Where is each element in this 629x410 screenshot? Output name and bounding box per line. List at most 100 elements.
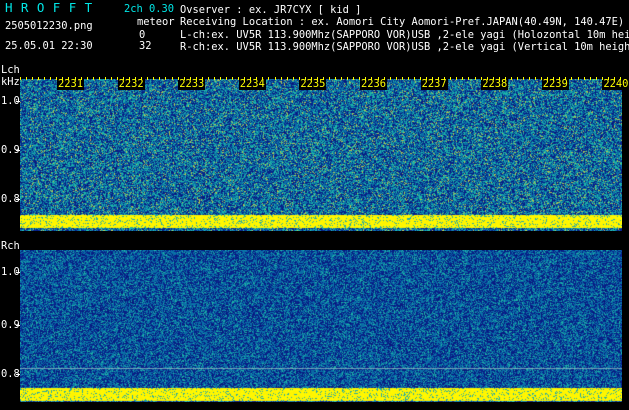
lch-x-minor-mark — [565, 77, 567, 80]
lch-x-tick: 2236 — [360, 78, 388, 90]
lch-x-minor-mark — [201, 77, 203, 80]
lch-x-minor-mark — [516, 77, 518, 80]
lch-x-tick: 2240 — [602, 78, 629, 90]
lch-x-tick: 2232 — [117, 78, 145, 90]
lch-x-minor-mark — [129, 77, 131, 80]
filename-label: 2505012230.png — [5, 20, 93, 32]
meteor-label: meteor — [137, 16, 175, 28]
lch-x-minor-mark — [353, 77, 355, 80]
lch-x-minor-mark — [123, 77, 125, 80]
lch-x-minor-mark — [177, 77, 179, 80]
lch-spectrogram-canvas — [20, 79, 622, 231]
rch-spectrogram — [20, 250, 622, 402]
lch-x-minor-mark — [438, 77, 440, 80]
lch-x-minor-mark — [286, 77, 288, 80]
lch-x-minor-mark — [444, 77, 446, 80]
lch-x-minor-mark — [262, 77, 264, 80]
rch-spectrogram-canvas — [20, 250, 622, 402]
lch-x-minor-mark — [450, 77, 452, 80]
lch-x-tick: 2233 — [178, 78, 206, 90]
hrofft-window: HROFFT 2ch 0.30 2505012230.png meteor 0 … — [0, 0, 629, 410]
lch-x-minor-mark — [401, 77, 403, 80]
lch-x-tick: 2231 — [57, 78, 85, 90]
lch-x-tick: 2235 — [299, 78, 327, 90]
lch-y-mark — [16, 150, 20, 151]
lch-x-minor-mark — [232, 77, 234, 80]
lch-x-minor-mark — [347, 77, 349, 80]
lch-x-minor-mark — [256, 77, 258, 80]
lch-x-minor-mark — [304, 77, 306, 80]
lch-x-minor-mark — [377, 77, 379, 80]
lch-x-minor-mark — [32, 77, 34, 80]
lch-x-minor-mark — [510, 77, 512, 80]
lch-x-minor-mark — [50, 77, 52, 80]
lch-spectrogram — [20, 79, 622, 231]
lch-y-mark — [16, 199, 20, 200]
location-info: Receiving Location : ex. Aomori City Aom… — [180, 16, 625, 28]
lch-channel-label: Lch — [1, 64, 20, 76]
lch-x-tick: 2239 — [541, 78, 569, 90]
lch-x-minor-mark — [20, 77, 21, 80]
lch-x-minor-mark — [268, 77, 270, 80]
lch-x-minor-mark — [56, 77, 58, 80]
lch-x-minor-mark — [44, 77, 46, 80]
lch-x-minor-mark — [171, 77, 173, 80]
rch-y-mark — [16, 325, 20, 326]
lch-x-minor-mark — [80, 77, 82, 80]
lch-x-minor-mark — [195, 77, 197, 80]
lch-unit-label: kHz — [1, 76, 20, 88]
lch-x-minor-mark — [559, 77, 561, 80]
lch-x-minor-mark — [74, 77, 76, 80]
lch-x-minor-mark — [316, 77, 318, 80]
lch-x-minor-mark — [141, 77, 143, 80]
lch-x-minor-mark — [371, 77, 373, 80]
lch-x-minor-mark — [310, 77, 312, 80]
app-logo: HROFFT — [5, 0, 101, 15]
lch-x-minor-mark — [68, 77, 70, 80]
lch-x-minor-mark — [250, 77, 252, 80]
lch-x-minor-mark — [389, 77, 391, 80]
lch-x-minor-mark — [607, 77, 609, 80]
lch-x-minor-mark — [329, 77, 331, 80]
lch-x-minor-mark — [116, 77, 118, 80]
lch-x-minor-mark — [359, 77, 361, 80]
lch-x-minor-mark — [104, 77, 106, 80]
lch-x-minor-mark — [238, 77, 240, 80]
lch-x-minor-mark — [486, 77, 488, 80]
rch-info: R-ch:ex. UV5R 113.900Mhz(SAPPORO VOR)USB… — [180, 41, 629, 53]
lch-x-minor-mark — [365, 77, 367, 80]
lch-x-minor-mark — [26, 77, 28, 80]
lch-x-minor-mark — [62, 77, 64, 80]
lch-x-minor-mark — [110, 77, 112, 80]
lch-x-minor-mark — [213, 77, 215, 80]
lch-x-minor-mark — [504, 77, 506, 80]
lch-info: L-ch:ex. UV5R 113.900Mhz(SAPPORO VOR)USB… — [180, 29, 629, 41]
lch-x-minor-mark — [456, 77, 458, 80]
lch-x-minor-mark — [292, 77, 294, 80]
lch-x-minor-mark — [207, 77, 209, 80]
lch-x-minor-mark — [413, 77, 415, 80]
lch-x-minor-mark — [335, 77, 337, 80]
lch-x-minor-mark — [274, 77, 276, 80]
lch-x-minor-mark — [298, 77, 300, 80]
observer-info: Ovserver : ex. JR7CYX [ kid ] — [180, 4, 362, 16]
lch-x-minor-mark — [462, 77, 464, 80]
lch-x-minor-mark — [219, 77, 221, 80]
lch-x-minor-mark — [92, 77, 94, 80]
lch-x-minor-mark — [189, 77, 191, 80]
lch-x-minor-mark — [577, 77, 579, 80]
lch-x-minor-mark — [595, 77, 597, 80]
lch-x-minor-mark — [583, 77, 585, 80]
datetime-label: 25.05.01 22:30 — [5, 40, 93, 52]
lch-x-minor-mark — [468, 77, 470, 80]
lch-x-minor-mark — [492, 77, 494, 80]
lch-x-minor-mark — [547, 77, 549, 80]
lch-x-minor-mark — [135, 77, 137, 80]
rch-meteor-count: 32 — [139, 40, 152, 52]
lch-x-minor-mark — [153, 77, 155, 80]
lch-x-minor-mark — [480, 77, 482, 80]
lch-x-tick: 2238 — [481, 78, 509, 90]
lch-x-minor-mark — [407, 77, 409, 80]
lch-x-minor-mark — [280, 77, 282, 80]
lch-x-minor-mark — [619, 77, 621, 80]
